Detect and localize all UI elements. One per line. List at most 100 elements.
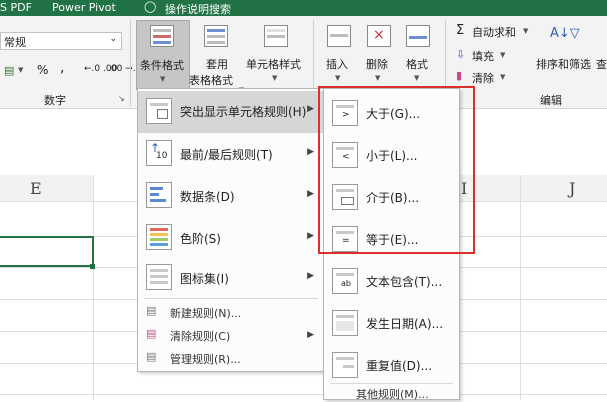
active-cell[interactable]	[0, 236, 94, 267]
group-label-editing: 编辑	[540, 94, 562, 107]
top-bottom-icon: ↑ 10	[146, 140, 172, 166]
delete-label: 删除	[366, 58, 388, 71]
format-cells-icon	[406, 25, 430, 47]
currency-icon[interactable]: ▤	[4, 64, 14, 77]
column-header-label: E	[30, 179, 42, 198]
tell-me-search[interactable]: 操作说明搜索	[165, 1, 231, 17]
chevron-right-icon: ▶	[307, 271, 314, 281]
fill-button[interactable]: 填充	[472, 48, 494, 64]
submenu-item-label: 重复值(D)...	[366, 359, 433, 373]
conditional-format-icon	[150, 25, 174, 47]
sort-filter-label: 排序和筛选	[536, 58, 591, 71]
menu-item-highlight-rules[interactable]: 突出显示单元格规则(H) ▶	[138, 91, 324, 133]
pdf-tab[interactable]: S PDF	[0, 1, 32, 14]
submenu-item-date-occurring[interactable]: 发生日期(A)...	[324, 303, 459, 343]
menu-item-label: 管理规则(R)...	[170, 353, 241, 366]
chevron-down-icon: ▼	[160, 75, 166, 83]
format-as-table-button[interactable]: 套用 表格格式	[189, 20, 239, 90]
cell-styles-button[interactable]: 单元格样式 ▼	[246, 20, 306, 90]
chevron-down-icon: ▼	[500, 51, 506, 59]
menu-item-clear-rules[interactable]: ▤ 清除规则(C) ▶	[138, 324, 324, 346]
conditional-format-menu: 突出显示单元格规则(H) ▶ ↑ 10 最前/最后规则(T) ▶ 数据条(D) …	[137, 88, 325, 372]
submenu-item-label: 文本包含(T)...	[366, 275, 443, 289]
data-bars-icon	[146, 182, 172, 208]
find-select-button[interactable]: 查找和选	[596, 20, 607, 90]
chevron-right-icon: ▶	[307, 147, 314, 157]
menu-item-manage-rules[interactable]: ▤ 管理规则(R)...	[138, 347, 324, 369]
menu-item-label: 最前/最后规则(T)	[180, 148, 273, 162]
submenu-item-label: 发生日期(A)...	[366, 317, 444, 331]
menu-item-new-rule[interactable]: ▤ 新建规则(N)...	[138, 301, 324, 323]
menu-item-label: 突出显示单元格规则(H)	[180, 105, 307, 119]
title-bar: S PDF Power Pivot ◯ 操作说明搜索	[0, 0, 607, 16]
column-line	[93, 175, 94, 400]
column-headers-right[interactable]: I J	[456, 175, 607, 202]
delete-button[interactable]: × 删除 ▼	[362, 20, 396, 90]
calendar-icon	[332, 310, 358, 336]
new-rule-icon: ▤	[146, 304, 157, 317]
chevron-right-icon: ▶	[307, 231, 314, 241]
insert-cells-icon	[327, 25, 351, 47]
delete-cells-icon: ×	[367, 25, 391, 47]
find-select-label: 查找和选	[596, 58, 607, 71]
insert-button[interactable]: 插入 ▼	[322, 20, 356, 90]
group-label-number: 数字	[44, 94, 66, 107]
column-header-e[interactable]: E	[0, 175, 93, 202]
menu-item-label: 清除规则(C)	[170, 330, 231, 343]
text-contains-icon: ab	[332, 268, 358, 294]
conditional-format-button[interactable]: 条件格式 ▼	[136, 20, 190, 90]
column-line	[520, 175, 521, 400]
eraser-icon[interactable]: ▮	[456, 69, 462, 82]
chevron-down-icon: ▼	[414, 74, 420, 82]
percent-button[interactable]: %	[37, 63, 48, 77]
cell-styles-icon	[264, 25, 288, 47]
table-format-label-1: 套用	[206, 58, 228, 71]
cell-styles-label: 单元格样式	[246, 58, 301, 71]
duplicate-values-icon	[332, 352, 358, 378]
currency-dropdown-icon[interactable]: ▼	[18, 66, 23, 74]
lightbulb-icon: ◯	[144, 0, 157, 13]
fill-handle[interactable]	[90, 264, 95, 269]
clear-button[interactable]: 清除	[472, 70, 494, 86]
menu-item-label: 图标集(I)	[180, 272, 229, 286]
chevron-down-icon: ▼	[272, 74, 278, 82]
chevron-down-icon: ▼	[375, 74, 381, 82]
row-line	[0, 394, 607, 395]
sort-filter-icon: A↓▽	[550, 26, 580, 41]
chevron-down-icon: ⌄	[109, 34, 117, 44]
group-divider	[130, 20, 131, 106]
number-format-dropdown[interactable]: 常规 ⌄	[0, 32, 122, 50]
power-pivot-tab[interactable]: Power Pivot	[52, 1, 116, 14]
chevron-down-icon: ▼	[500, 73, 506, 81]
column-header-label: J	[569, 179, 576, 198]
clear-rules-icon: ▤	[146, 327, 157, 340]
number-format-value: 常规	[4, 36, 26, 49]
autosum-icon[interactable]: Σ	[456, 23, 464, 38]
autosum-button[interactable]: 自动求和	[472, 24, 516, 40]
sort-filter-button[interactable]: A↓▽ 排序和筛选	[536, 20, 598, 90]
menu-divider	[330, 383, 453, 384]
format-button[interactable]: 格式 ▼	[400, 20, 436, 90]
menu-item-label: 色阶(S)	[180, 232, 221, 246]
fill-down-icon[interactable]: ⇩	[456, 48, 465, 61]
highlight-annotation-box	[318, 86, 475, 254]
submenu-item-duplicate-values[interactable]: 重复值(D)...	[324, 345, 459, 385]
menu-item-label: 新建规则(N)...	[170, 307, 242, 320]
chevron-right-icon: ▶	[307, 189, 314, 199]
menu-item-top-bottom-rules[interactable]: ↑ 10 最前/最后规则(T) ▶	[138, 134, 324, 174]
manage-rules-icon: ▤	[146, 350, 157, 363]
chevron-down-icon: ▼	[523, 27, 529, 35]
menu-item-data-bars[interactable]: 数据条(D) ▶	[138, 176, 324, 216]
menu-divider	[144, 298, 318, 299]
menu-item-label: 数据条(D)	[180, 190, 235, 204]
menu-item-color-scales[interactable]: 色阶(S) ▶	[138, 218, 324, 258]
submenu-item-text-contains[interactable]: ab 文本包含(T)...	[324, 261, 459, 301]
chevron-down-icon: ▼	[335, 74, 341, 82]
color-scales-icon	[146, 224, 172, 250]
menu-item-icon-sets[interactable]: 图标集(I) ▶	[138, 258, 324, 298]
table-format-label-2: 表格格式	[189, 74, 233, 87]
icon-sets-icon	[146, 264, 172, 290]
table-format-icon	[204, 25, 228, 47]
dialog-launcher-icon[interactable]: ↘	[118, 94, 125, 103]
comma-button[interactable]: ,	[60, 60, 64, 76]
